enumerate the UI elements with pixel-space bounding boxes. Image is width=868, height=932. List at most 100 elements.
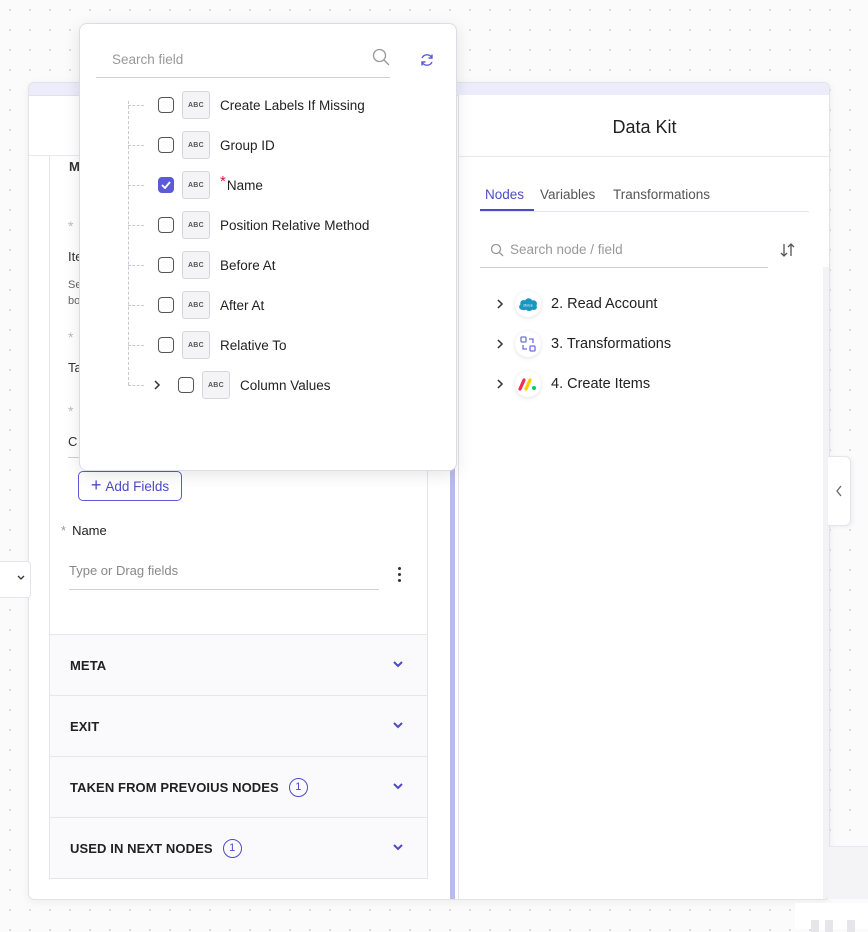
field-checkbox[interactable]: [158, 97, 174, 113]
active-tab-indicator: [480, 209, 534, 211]
field-label: Position Relative Method: [220, 217, 370, 233]
transform-icon: [515, 331, 541, 357]
header-divider: [459, 156, 829, 157]
refresh-icon[interactable]: [419, 52, 435, 68]
add-fields-label: Add Fields: [105, 478, 170, 494]
chevron-left-icon: [836, 485, 842, 497]
tabs-divider: [480, 211, 809, 212]
text-type-icon: ABC: [182, 91, 210, 119]
field-option[interactable]: ABC Before At: [128, 250, 276, 280]
text-type-icon: ABC: [182, 211, 210, 239]
partial-field-value: C: [68, 434, 78, 449]
node-search-input[interactable]: Search node / field: [480, 240, 768, 268]
field-checkbox[interactable]: [158, 217, 174, 233]
field-search-input[interactable]: Search field: [96, 46, 390, 78]
field-label: Column Values: [240, 377, 331, 393]
chevron-down-icon: [393, 844, 403, 851]
required-mark: *: [61, 523, 67, 538]
salesforce-icon: sforce: [515, 291, 541, 317]
required-mark: *: [68, 403, 74, 419]
section-title: META: [70, 657, 107, 673]
node-label: 4. Create Items: [551, 376, 651, 392]
field-option[interactable]: ABC *Name: [128, 170, 263, 200]
section-divider: [50, 878, 427, 879]
canvas-panel-fragment: [828, 846, 868, 899]
field-checkbox[interactable]: [158, 297, 174, 313]
section-exit[interactable]: EXIT: [50, 695, 427, 756]
required-mark: *: [68, 329, 74, 345]
required-mark: *: [220, 172, 226, 190]
tab-variables[interactable]: Variables: [540, 187, 595, 202]
chevron-right-icon[interactable]: [495, 299, 505, 309]
chevron-down-icon: [17, 575, 25, 580]
field-checkbox-checked[interactable]: [158, 177, 174, 193]
field-option[interactable]: ABC Relative To: [128, 330, 287, 360]
node-label: 2. Read Account: [551, 296, 658, 312]
field-label: Relative To: [220, 337, 287, 353]
text-type-icon: ABC: [202, 371, 230, 399]
search-placeholder: Search node / field: [510, 242, 623, 257]
tab-nodes[interactable]: Nodes: [485, 187, 524, 202]
text-type-icon: ABC: [182, 131, 210, 159]
add-fields-button[interactable]: + Add Fields: [78, 471, 182, 501]
field-picker-popup: Search field ABC Create Labels If Missin…: [79, 23, 457, 471]
sort-icon[interactable]: [779, 241, 797, 259]
scrollbar-track[interactable]: [823, 267, 829, 899]
collapse-panel-tab[interactable]: [828, 456, 851, 526]
name-field-label: * Name: [61, 523, 107, 538]
section-title: EXIT: [70, 718, 100, 734]
required-mark: *: [68, 218, 74, 234]
chevron-down-icon: [393, 661, 403, 668]
text-type-icon: ABC: [182, 331, 210, 359]
field-label: Create Labels If Missing: [220, 97, 365, 113]
field-checkbox[interactable]: [158, 257, 174, 273]
canvas-toolbar-fragment: [795, 903, 868, 932]
monday-icon: [515, 371, 541, 397]
field-option[interactable]: ABC After At: [128, 290, 264, 320]
chevron-right-icon[interactable]: [495, 379, 505, 389]
search-icon: [490, 243, 504, 257]
section-used-in-next-nodes[interactable]: USED IN NEXT NODES 1: [50, 817, 427, 878]
node-item[interactable]: 3. Transformations: [495, 331, 672, 357]
node-item[interactable]: 4. Create Items: [495, 371, 651, 397]
text-type-icon: ABC: [182, 291, 210, 319]
field-option[interactable]: ABC Position Relative Method: [128, 210, 369, 240]
field-option[interactable]: ABC Create Labels If Missing: [128, 90, 365, 120]
text-type-icon: ABC: [182, 251, 210, 279]
name-label-text: Name: [72, 523, 107, 538]
name-input[interactable]: Type or Drag fields: [69, 561, 379, 590]
field-option[interactable]: ABC Group ID: [128, 130, 275, 160]
section-title: TAKEN FROM PREVOIUS NODES: [70, 779, 279, 795]
section-meta[interactable]: META: [50, 634, 427, 695]
search-icon[interactable]: [372, 48, 390, 66]
field-label: After At: [220, 297, 265, 313]
panel-title: Data Kit: [612, 117, 677, 137]
chevron-right-icon[interactable]: [152, 380, 162, 390]
field-checkbox[interactable]: [158, 337, 174, 353]
plus-icon: +: [90, 475, 102, 495]
text-type-icon: ABC: [182, 171, 210, 199]
search-placeholder: Search field: [112, 52, 184, 67]
data-kit-panel: Data Kit Nodes Variables Transformations…: [458, 95, 829, 899]
field-label: Group ID: [220, 137, 275, 153]
field-checkbox[interactable]: [178, 377, 194, 393]
more-options-icon[interactable]: [394, 567, 404, 587]
field-label: Before At: [220, 257, 276, 273]
node-item[interactable]: sforce 2. Read Account: [495, 291, 658, 317]
count-badge: 1: [222, 838, 242, 858]
field-label: *Name: [220, 172, 263, 193]
count-badge: 1: [288, 777, 308, 797]
chevron-down-icon: [393, 722, 403, 729]
canvas-dropdown[interactable]: [0, 561, 31, 598]
chevron-right-icon[interactable]: [495, 339, 505, 349]
field-option-expandable[interactable]: ABC Column Values: [128, 370, 331, 400]
field-checkbox[interactable]: [158, 137, 174, 153]
panel-resize-handle[interactable]: [450, 453, 455, 899]
section-title: USED IN NEXT NODES: [70, 840, 213, 856]
check-icon: [161, 181, 171, 189]
svg-text:sforce: sforce: [523, 304, 533, 308]
node-label: 3. Transformations: [551, 336, 672, 352]
section-taken-from-previous-nodes[interactable]: TAKEN FROM PREVOIUS NODES 1: [50, 756, 427, 817]
tab-transformations[interactable]: Transformations: [613, 187, 710, 202]
chevron-down-icon: [393, 783, 403, 790]
